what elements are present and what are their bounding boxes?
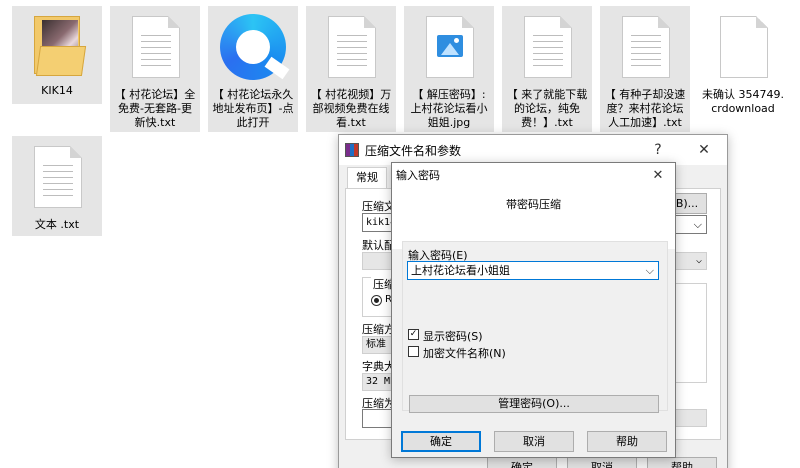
desktop-item-browser-shortcut[interactable]: 【 村花论坛永久地址发布页】-点此打开 <box>208 6 298 132</box>
chevron-down-icon[interactable]: ⌵ <box>646 262 654 279</box>
winrar-icon <box>345 143 359 157</box>
help-icon[interactable]: ? <box>635 142 681 158</box>
image-file-icon <box>404 6 494 88</box>
blank-file-icon <box>698 6 788 88</box>
password-dialog-heading: 带密码压缩 <box>506 198 561 211</box>
desktop-item-download[interactable]: 未确认 354749.crdownload <box>698 6 788 132</box>
close-icon[interactable]: ✕ <box>641 168 675 183</box>
password-input[interactable]: 上村花论坛看小姐姐 ⌵ <box>407 261 659 280</box>
browser-icon <box>208 6 298 88</box>
file-label: KIK14 <box>41 84 73 97</box>
desktop-item-txt-1[interactable]: 【 村花论坛】全免费-无套路-更新快.txt <box>110 6 200 132</box>
file-label: 【 有种子却没速度？来村花论坛人工加速】.txt <box>604 88 686 129</box>
password-dialog-title: 输入密码 <box>396 169 440 182</box>
desktop-item-folder-kik14[interactable]: KIK14 <box>12 6 102 104</box>
desktop-item-image[interactable]: 【 解压密码】: 上村花论坛看小姐姐.jpg <box>404 6 494 132</box>
text-file-icon <box>600 6 690 88</box>
file-label: 【 解压密码】: 上村花论坛看小姐姐.jpg <box>410 88 488 129</box>
password-help-button[interactable]: 帮助 <box>587 431 667 452</box>
archive-cancel-button[interactable]: 取消 <box>567 457 637 468</box>
archive-dialog-titlebar: 压缩文件名和参数 ? ✕ <box>339 135 727 165</box>
text-file-icon <box>306 6 396 88</box>
folder-icon <box>12 6 102 84</box>
file-label: 【 村花视频】万部视频免费在线看.txt <box>310 88 392 129</box>
text-file-icon <box>502 6 592 88</box>
rar-radio[interactable] <box>371 295 382 306</box>
file-label: 【 来了就能下载的论坛，纯免费！】.txt <box>506 88 588 129</box>
password-dialog-header: 带密码压缩 <box>392 187 675 249</box>
archive-ok-button[interactable]: 确定 <box>487 457 557 468</box>
desktop-item-txt-5[interactable]: 文本 .txt <box>12 136 102 236</box>
text-file-icon <box>12 136 102 218</box>
tab-general[interactable]: 常规 <box>347 167 387 189</box>
close-icon[interactable]: ✕ <box>681 142 727 158</box>
file-label: 【 村花论坛永久地址发布页】-点此打开 <box>212 88 294 129</box>
desktop-item-txt-2[interactable]: 【 村花视频】万部视频免费在线看.txt <box>306 6 396 132</box>
encrypt-filenames-checkbox[interactable] <box>408 346 419 357</box>
manage-passwords-button[interactable]: 管理密码(O)... <box>409 395 659 413</box>
file-label: 【 村花论坛】全免费-无套路-更新快.txt <box>114 88 196 129</box>
file-label: 未确认 354749.crdownload <box>702 88 784 115</box>
file-label: 文本 .txt <box>34 218 80 231</box>
desktop-item-txt-3[interactable]: 【 来了就能下载的论坛，纯免费！】.txt <box>502 6 592 132</box>
text-file-icon <box>110 6 200 88</box>
encrypt-filenames-label: 加密文件名称(N) <box>423 347 506 360</box>
desktop: { "desktop": { "files": [ {"label": "KIK… <box>0 0 800 468</box>
show-password-checkbox[interactable]: ✓ <box>408 329 419 340</box>
show-password-label: 显示密码(S) <box>423 330 483 343</box>
password-dialog-titlebar: 输入密码 ✕ <box>392 163 675 187</box>
password-cancel-button[interactable]: 取消 <box>494 431 574 452</box>
archive-help-button[interactable]: 帮助 <box>647 457 717 468</box>
password-dialog: 输入密码 ✕ 带密码压缩 输入密码(E) 上村花论坛看小姐姐 ⌵ ✓ 显示密码(… <box>391 162 676 458</box>
archive-dialog-title: 压缩文件名和参数 <box>365 143 462 158</box>
password-value: 上村花论坛看小姐姐 <box>411 264 510 277</box>
password-ok-button[interactable]: 确定 <box>401 431 481 452</box>
desktop-item-txt-4[interactable]: 【 有种子却没速度？来村花论坛人工加速】.txt <box>600 6 690 132</box>
